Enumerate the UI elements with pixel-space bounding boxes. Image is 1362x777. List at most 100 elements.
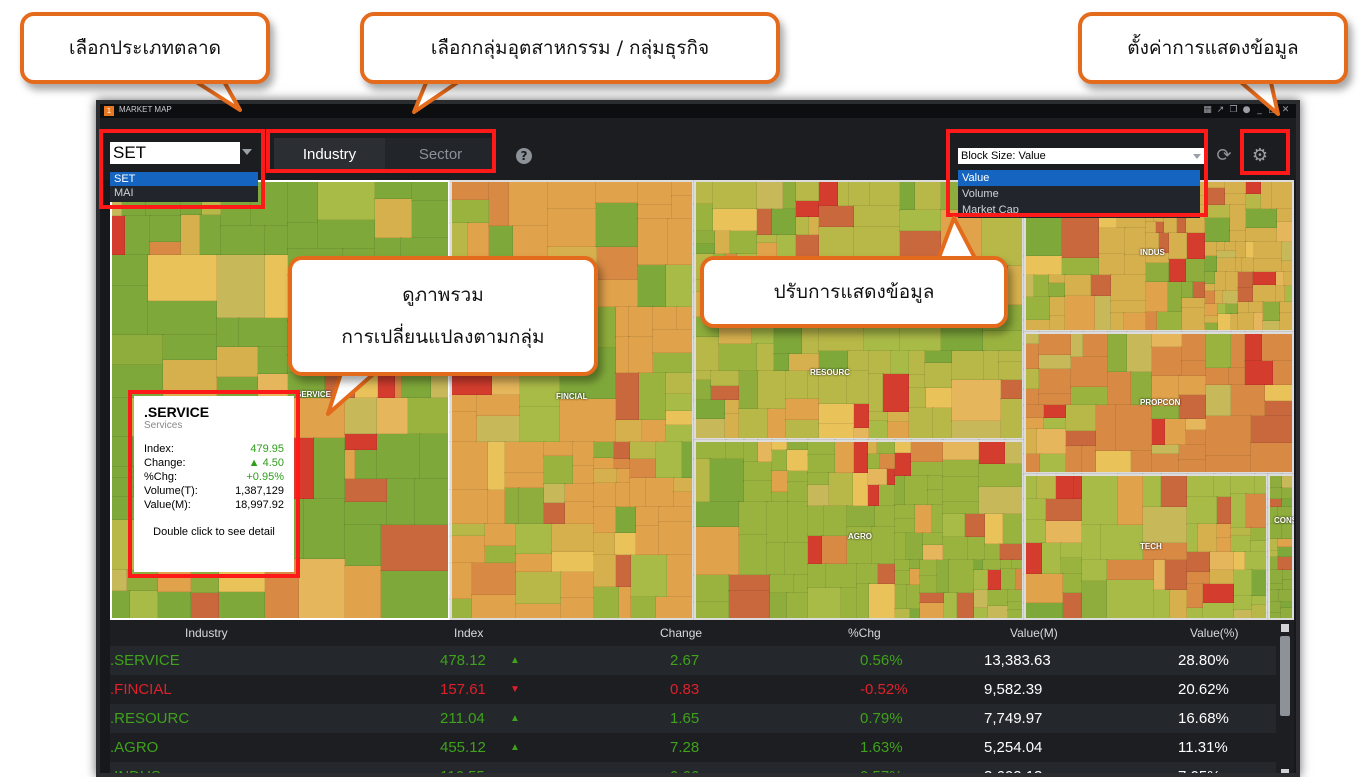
highlight-settings	[1240, 129, 1290, 175]
row-name: .SERVICE	[110, 652, 180, 669]
treemap-group-label: AGRO	[848, 532, 872, 541]
row-direction-icon: ▲	[510, 742, 520, 753]
tooltip-value: 479.95	[250, 443, 284, 455]
row-pct-change: 0.79%	[860, 710, 903, 727]
header-change[interactable]: Change	[660, 620, 702, 646]
callout-tail	[1234, 74, 1280, 116]
treemap-group-label: FINCIAL	[556, 392, 588, 401]
industry-table: Industry Index Change %Chg Value(M) Valu…	[110, 620, 1276, 777]
row-direction-icon: ▼	[510, 684, 520, 695]
row-value-pct: 16.68%	[1178, 710, 1229, 727]
row-name: .RESOURC	[110, 710, 190, 727]
tutorial-screenshot: 1 MARKET MAP ▦ ↗ ❐ ● _ □ ✕ SET SET MAI I…	[0, 0, 1362, 777]
highlight-tabs	[266, 129, 496, 173]
table-row[interactable]: .SERVICE 478.12 ▲ 2.67 0.56% 13,383.63 28.80%	[110, 646, 1276, 675]
tooltip-label: Volume(T):	[144, 485, 198, 497]
tooltip-hint: Double click to see detail	[153, 526, 275, 538]
callout-text: เลือกประเภทตลาด	[68, 37, 222, 59]
row-direction-icon: ▲	[510, 713, 520, 724]
treemap-group[interactable]	[1268, 474, 1294, 620]
tooltip-value: 18,997.92	[235, 499, 284, 511]
callout-text: ตั้งค่าการแสดงข้อมูล	[1127, 37, 1299, 59]
treemap-group-label: PROPCON	[1140, 398, 1181, 407]
row-value-pct: 11.31%	[1178, 739, 1228, 756]
header-industry[interactable]: Industry	[185, 620, 228, 646]
row-index: 157.61	[440, 681, 486, 698]
row-value-pct: 20.62%	[1178, 681, 1229, 698]
scroll-down-icon[interactable]	[1281, 769, 1289, 773]
tooltip-subtitle: Services	[144, 420, 183, 431]
row-pct-change: -0.52%	[860, 681, 908, 698]
row-value: 13,383.63	[984, 652, 1051, 669]
tooltip-label: Value(M):	[144, 499, 191, 511]
help-icon[interactable]: ?	[516, 148, 532, 164]
row-value: 5,254.04	[984, 739, 1043, 756]
header-index[interactable]: Index	[454, 620, 483, 646]
tooltip-value: ▲ 4.50	[248, 457, 284, 469]
treemap-group-label: RESOURC	[810, 368, 851, 377]
row-value-pct: 28.80%	[1178, 652, 1229, 669]
scroll-thumb[interactable]	[1280, 636, 1290, 716]
callout-tail	[412, 74, 466, 114]
callout-text: ปรับการแสดงข้อมูล	[773, 281, 935, 303]
row-index: 478.12	[440, 652, 486, 669]
callout-text: ดูภาพรวม	[402, 284, 484, 306]
group-tooltip: .SERVICE Services Index: 479.95 Change: ▲ …	[134, 396, 294, 572]
row-index: 211.04	[440, 710, 485, 727]
row-change: 0.83	[670, 681, 700, 698]
refresh-icon[interactable]: ⟳	[1214, 146, 1234, 166]
row-value: 3,602.13	[984, 768, 1043, 777]
tooltip-label: Index:	[144, 443, 174, 455]
highlight-block-size	[946, 129, 1208, 217]
tooltip-label: %Chg:	[144, 471, 178, 483]
row-direction-icon: ▲	[510, 655, 520, 666]
treemap-group[interactable]	[694, 440, 1024, 620]
row-pct-change: 0.57%	[860, 768, 903, 777]
row-pct-change: 1.63%	[860, 739, 903, 756]
header-value-pct[interactable]: Value(%)	[1190, 620, 1238, 646]
callout-adjust-display: ปรับการแสดงข้อมูล	[700, 256, 1008, 328]
row-value: 7,749.97	[984, 710, 1043, 727]
popout-icon[interactable]: ↗	[1216, 105, 1225, 115]
treemap-group-label: TECH	[1140, 542, 1162, 551]
treemap-group-label: INDUS	[1140, 248, 1165, 257]
row-index: 116.55	[440, 768, 485, 777]
table-header: Industry Index Change %Chg Value(M) Valu…	[110, 620, 1276, 646]
table-row[interactable]: .FINCIAL 157.61 ▼ 0.83 -0.52% 9,582.39 20.62%	[110, 675, 1276, 704]
tooltip-label: Change:	[144, 457, 186, 469]
window-title: MARKET MAP	[119, 105, 172, 114]
callout-overview: ดูภาพรวม การเปลี่ยนแปลงตามกลุ่ม	[288, 256, 598, 376]
row-name: .INDUS	[110, 768, 161, 777]
highlight-market-select	[99, 129, 265, 209]
callout-market-type: เลือกประเภทตลาด	[20, 12, 270, 84]
table-row[interactable]: .RESOURC 211.04 ▲ 1.65 0.79% 7,749.97 16.68%	[110, 704, 1276, 733]
table-row[interactable]: .INDUS 116.55 ▲ 0.66 0.57% 3,602.13 7.05%	[110, 762, 1276, 777]
row-value: 9,582.39	[984, 681, 1043, 698]
header-value[interactable]: Value(M)	[1010, 620, 1058, 646]
row-change: 1.65	[670, 710, 700, 727]
app-icon: 1	[104, 106, 114, 116]
title-bar: 1 MARKET MAP ▦ ↗ ❐ ● _ □ ✕	[100, 104, 1296, 118]
row-change: 0.66	[670, 768, 700, 777]
row-change: 2.67	[670, 652, 700, 669]
callout-settings: ตั้งค่าการแสดงข้อมูล	[1078, 12, 1348, 84]
tooltip-title: .SERVICE	[144, 404, 210, 420]
row-value-pct: 7.05%	[1178, 768, 1221, 777]
row-change: 7.28	[670, 739, 700, 756]
row-direction-icon: ▲	[510, 771, 520, 777]
treemap-group-label: CONSUMP	[1274, 516, 1294, 525]
tooltip-value: 1,387,129	[235, 485, 284, 497]
callout-tail	[188, 74, 242, 112]
grid-icon[interactable]: ▦	[1203, 105, 1212, 115]
tooltip-value: +0.95%	[246, 471, 284, 483]
scroll-up-icon[interactable]	[1281, 624, 1289, 632]
table-row[interactable]: .AGRO 455.12 ▲ 7.28 1.63% 5,254.04 11.31%	[110, 733, 1276, 762]
table-scrollbar[interactable]	[1276, 620, 1294, 773]
callout-tail	[326, 366, 380, 416]
callout-text: เลือกกลุ่มอุตสาหกรรม / กลุ่มธุรกิจ	[430, 37, 710, 59]
header-pct-change[interactable]: %Chg	[848, 620, 881, 646]
row-pct-change: 0.56%	[860, 652, 903, 669]
row-index: 455.12	[440, 739, 486, 756]
row-name: .AGRO	[110, 739, 159, 756]
row-name: .FINCIAL	[110, 681, 172, 698]
